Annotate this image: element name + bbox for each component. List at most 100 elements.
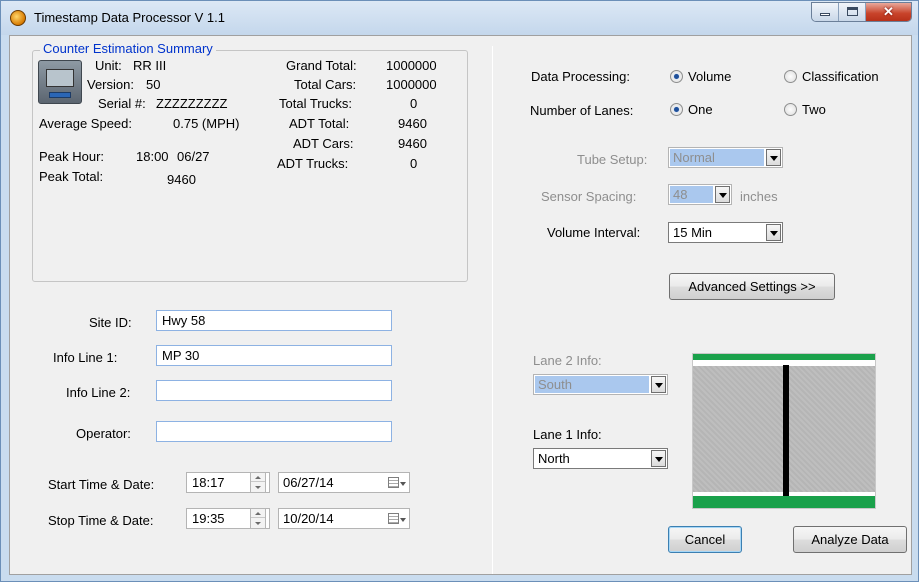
chevron-down-icon[interactable] [766,224,781,241]
client-area: Counter Estimation Summary Unit: RR III … [9,35,912,575]
main-window: Timestamp Data Processor V 1.1 ✕ Counter… [0,0,919,582]
sensor-spacing-unit: inches [740,189,778,204]
timestamp-app-icon [10,10,26,26]
lane-2-info-select[interactable]: South [533,374,668,395]
site-id-input[interactable] [156,310,392,331]
adt-cars-label: ADT Cars: [293,136,354,151]
window-title: Timestamp Data Processor V 1.1 [34,10,225,25]
counter-device-icon [38,60,82,104]
tube-setup-value: Normal [673,150,715,165]
chevron-down-icon[interactable] [651,450,666,467]
spinner-down-icon[interactable] [251,483,265,492]
calendar-icon [388,513,399,524]
volume-interval-value: 15 Min [673,225,713,240]
minimize-icon [820,13,830,16]
stop-date-picker[interactable]: 10/20/14 [278,508,410,529]
volume-radio[interactable] [670,70,683,83]
total-trucks-value: 0 [410,96,418,111]
operator-input[interactable] [156,421,392,442]
stop-time-value: 19:35 [192,511,225,526]
total-trucks-label: Total Trucks: [279,96,352,111]
title-bar[interactable]: Timestamp Data Processor V 1.1 ✕ [1,1,918,35]
info-line-2-label: Info Line 2: [66,385,131,400]
stop-date-value: 10/20/14 [283,511,334,526]
start-time-spinner[interactable] [250,472,266,493]
volume-interval-select[interactable]: 15 Min [668,222,783,243]
one-lane-radio-label[interactable]: One [688,102,713,117]
spinner-up-icon[interactable] [251,509,265,518]
lane-1-stripe [693,496,875,508]
lane-1-info-select[interactable]: North [533,448,668,469]
road-diagram [692,353,876,509]
serial-value: ZZZZZZZZZ [156,96,228,111]
peak-hour-date: 06/27 [177,149,210,164]
close-icon: ✕ [883,4,894,19]
start-date-value: 06/27/14 [283,475,334,490]
sensor-spacing-select[interactable]: 48 [668,184,732,205]
maximize-button[interactable] [839,3,866,21]
start-time-label: Start Time & Date: [48,477,155,492]
close-button[interactable]: ✕ [866,3,911,21]
unit-label: Unit: [95,58,122,73]
lane-2-stripe [693,354,875,360]
chevron-down-icon [400,482,406,486]
minimize-button[interactable] [812,3,839,21]
start-time-value: 18:17 [192,475,225,490]
adt-trucks-label: ADT Trucks: [277,156,349,171]
cancel-button[interactable]: Cancel [668,526,742,553]
sensor-tube [783,365,789,496]
stop-time-label: Stop Time & Date: [48,513,154,528]
data-processing-label: Data Processing: [531,69,630,84]
two-lane-radio[interactable] [784,103,797,116]
peak-total-label: Peak Total: [39,169,104,184]
site-id-label: Site ID: [89,315,132,330]
adt-trucks-value: 0 [410,156,418,171]
calendar-icon [388,477,399,488]
version-value: 50 [146,77,161,92]
grand-total-value: 1000000 [386,58,437,73]
adt-cars-value: 9460 [398,136,427,151]
total-cars-label: Total Cars: [294,77,357,92]
classification-radio[interactable] [784,70,797,83]
tube-setup-label: Tube Setup: [577,152,648,167]
lane-2-info-label: Lane 2 Info: [533,353,602,368]
panel-separator [492,46,493,574]
adt-total-value: 9460 [398,116,427,131]
serial-label: Serial #: [98,96,146,111]
chevron-down-icon[interactable] [766,149,781,166]
one-lane-radio[interactable] [670,103,683,116]
avg-speed-value: 0.75 (MPH) [173,116,240,131]
volume-interval-label: Volume Interval: [547,225,641,240]
info-line-1-input[interactable] [156,345,392,366]
chevron-down-icon[interactable] [651,376,666,393]
peak-hour-label: Peak Hour: [39,149,105,164]
advanced-settings-button[interactable]: Advanced Settings >> [669,273,835,300]
classification-radio-label[interactable]: Classification [802,69,879,84]
analyze-data-button[interactable]: Analyze Data [793,526,907,553]
unit-value: RR III [133,58,167,73]
spinner-down-icon[interactable] [251,519,265,528]
info-line-1-label: Info Line 1: [53,350,118,365]
lane-2-info-value: South [538,377,572,392]
peak-total-value: 9460 [167,172,196,187]
peak-hour-time: 18:00 [136,149,169,164]
spinner-up-icon[interactable] [251,473,265,482]
volume-radio-label[interactable]: Volume [688,69,731,84]
start-date-picker[interactable]: 06/27/14 [278,472,410,493]
stop-time-spinner[interactable] [250,508,266,529]
avg-speed-label: Average Speed: [39,116,132,131]
tube-setup-select[interactable]: Normal [668,147,783,168]
two-lane-radio-label[interactable]: Two [802,102,826,117]
device-screen [46,69,74,87]
device-label [49,92,71,98]
info-line-2-input[interactable] [156,380,392,401]
lane-1-info-label: Lane 1 Info: [533,427,602,442]
sensor-spacing-label: Sensor Spacing: [541,189,637,204]
maximize-icon [847,7,858,16]
lanes-label: Number of Lanes: [530,103,634,118]
chevron-down-icon [400,518,406,522]
total-cars-value: 1000000 [386,77,437,92]
lane-1-info-value: North [538,451,570,466]
sensor-spacing-value: 48 [673,187,688,202]
chevron-down-icon[interactable] [715,186,730,203]
